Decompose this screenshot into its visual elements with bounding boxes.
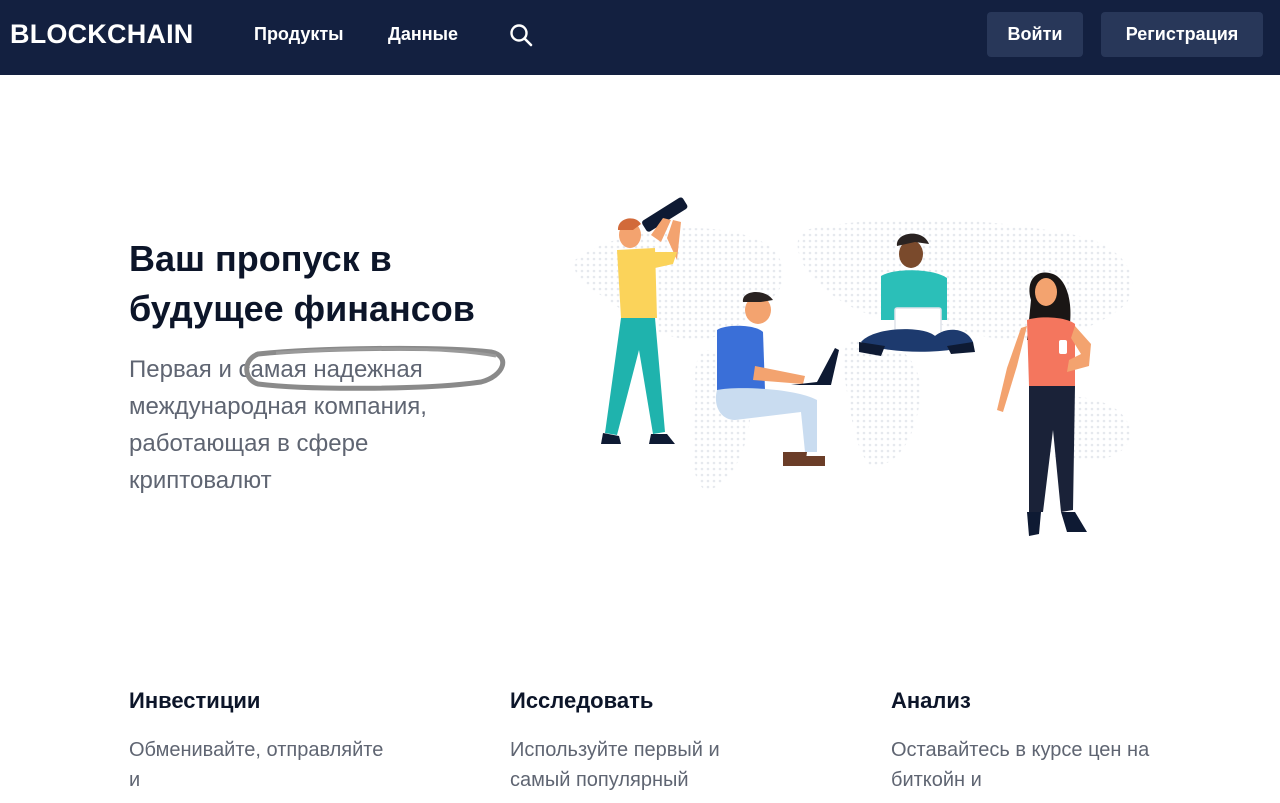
signup-button[interactable]: Регистрация [1101, 12, 1263, 57]
feature-title: Анализ [891, 688, 971, 713]
hero-illustration [574, 197, 1133, 536]
hero-subtitle: Первая и самая надежная международная ко… [129, 356, 427, 494]
feature-analyze: Анализ Оставайтесь в курсе цен на биткой… [891, 687, 1191, 795]
top-nav-bar: BLOCKCHAIN Продукты Данные Войти Регистр… [0, 0, 1280, 75]
hero-title: Ваш пропуск в будущее финансов [129, 234, 549, 334]
feature-text: Оставайтесь в курсе цен на биткойн и [891, 739, 1150, 791]
feature-text: Обменивайте, отправляйте и [129, 739, 384, 791]
feature-text: Используйте первый и самый популярный [510, 739, 720, 791]
nav-data-link[interactable]: Данные [388, 24, 458, 45]
nav-products-link[interactable]: Продукты [254, 24, 344, 45]
hero-title-line2: будущее финансов [129, 288, 475, 329]
feature-explore: Исследовать Используйте первый и самый п… [510, 687, 810, 795]
blockchain-logo[interactable]: BLOCKCHAIN [10, 19, 194, 50]
feature-invest: Инвестиции Обменивайте, отправляйте и [129, 687, 429, 795]
login-button[interactable]: Войти [987, 12, 1083, 57]
feature-title: Исследовать [510, 688, 654, 713]
feature-title: Инвестиции [129, 688, 261, 713]
search-icon[interactable] [508, 22, 534, 48]
hero-title-line1: Ваш пропуск в [129, 238, 392, 279]
